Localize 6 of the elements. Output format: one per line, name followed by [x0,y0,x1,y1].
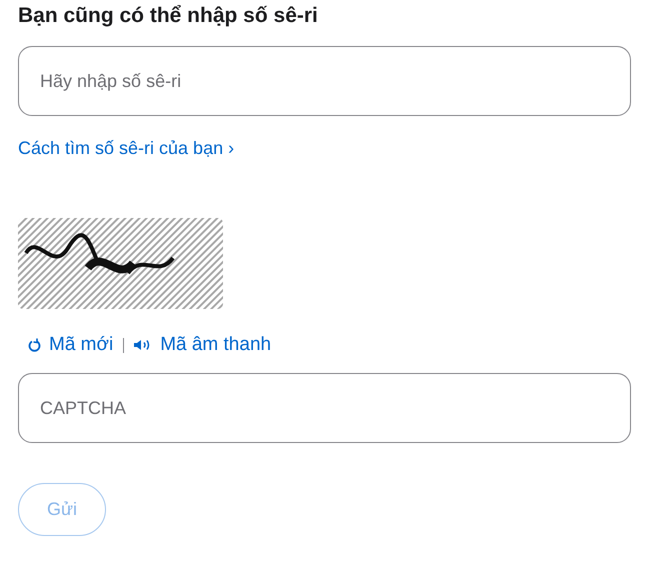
captcha-field[interactable]: CAPTCHA [18,373,631,443]
captcha-action-link[interactable]: Mã mới [28,333,114,357]
help-link[interactable]: Cách tìm số sê-ri của bạn › [18,136,234,160]
form-heading: Bạn cũng có thể nhập số sê-ri [18,3,318,29]
serial-number-field[interactable]: Hãy nhập số sê-ri [18,46,631,116]
captcha-action-link[interactable]: Mã âm thanh [134,333,272,357]
